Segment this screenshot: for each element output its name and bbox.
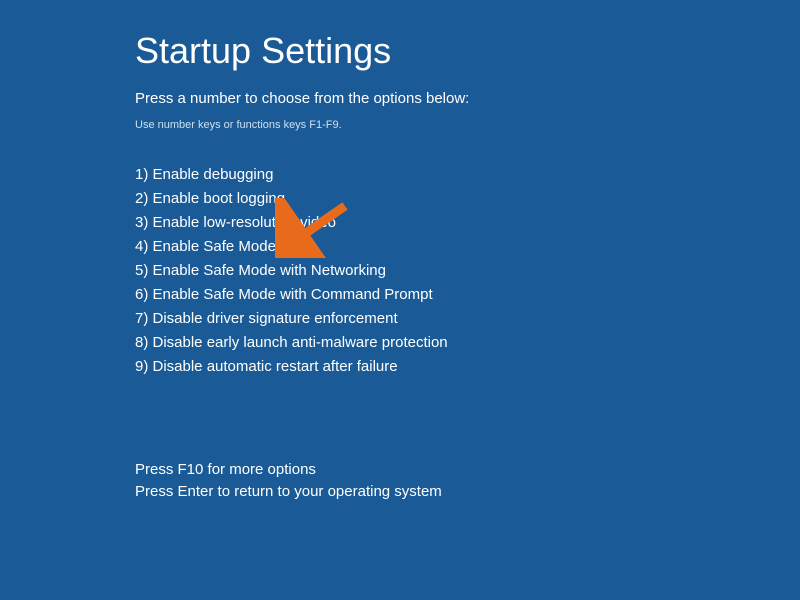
startup-settings-screen: Startup Settings Press a number to choos… (0, 0, 800, 503)
option-8-disable-early-launch-antimalware[interactable]: 8) Disable early launch anti-malware pro… (135, 331, 800, 355)
instruction-text: Press a number to choose from the option… (135, 90, 800, 107)
option-6-enable-safe-mode-command-prompt[interactable]: 6) Enable Safe Mode with Command Prompt (135, 283, 800, 307)
option-2-enable-boot-logging[interactable]: 2) Enable boot logging (135, 187, 800, 211)
option-1-enable-debugging[interactable]: 1) Enable debugging (135, 163, 800, 187)
key-hint-text: Use number keys or functions keys F1-F9. (135, 119, 800, 131)
option-3-enable-low-resolution-video[interactable]: 3) Enable low-resolution video (135, 211, 800, 235)
option-9-disable-automatic-restart[interactable]: 9) Disable automatic restart after failu… (135, 355, 800, 379)
return-hint: Press Enter to return to your operating … (135, 481, 800, 503)
boot-options-list: 1) Enable debugging 2) Enable boot loggi… (135, 163, 800, 379)
option-5-enable-safe-mode-networking[interactable]: 5) Enable Safe Mode with Networking (135, 259, 800, 283)
page-title: Startup Settings (135, 30, 800, 72)
more-options-hint: Press F10 for more options (135, 459, 800, 481)
option-4-enable-safe-mode[interactable]: 4) Enable Safe Mode (135, 235, 800, 259)
option-7-disable-driver-signature-enforcement[interactable]: 7) Disable driver signature enforcement (135, 307, 800, 331)
